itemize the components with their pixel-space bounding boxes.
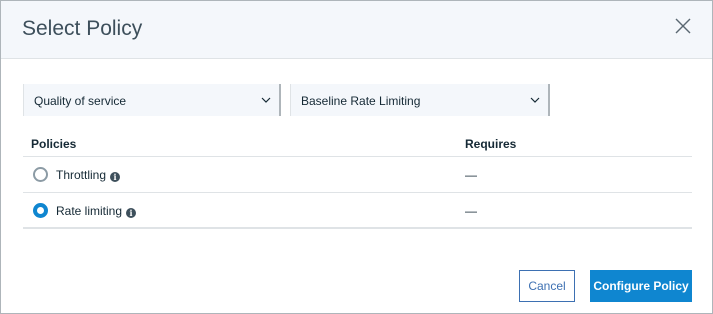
close-icon[interactable] (672, 15, 694, 37)
dialog-title: Select Policy (22, 17, 143, 40)
select-policy-dialog: Select Policy Quality of service Baselin… (0, 0, 713, 314)
policies-table: Policies Requires Throttling i — Rate lim… (23, 128, 692, 229)
configure-policy-button[interactable]: Configure Policy (590, 270, 692, 302)
policy-name: Rate limiting i (56, 204, 137, 218)
category-select[interactable]: Quality of service (23, 84, 281, 116)
table-row[interactable]: Throttling i — (23, 157, 692, 193)
policy-set-select-value: Baseline Rate Limiting (301, 94, 421, 108)
table-row[interactable]: Rate limiting i — (23, 193, 692, 229)
policy-set-select[interactable]: Baseline Rate Limiting (290, 84, 550, 116)
rate-limiting-radio[interactable] (33, 203, 48, 218)
cancel-button[interactable]: Cancel (519, 270, 575, 302)
policy-name: Throttling i (56, 168, 121, 182)
category-select-value: Quality of service (34, 94, 127, 108)
header-requires: Requires (465, 137, 517, 151)
header-policies: Policies (31, 137, 77, 151)
throttling-radio[interactable] (33, 167, 48, 182)
table-header: Policies Requires (23, 128, 692, 157)
info-icon[interactable]: i (110, 172, 121, 182)
chevron-down-icon (261, 97, 271, 103)
info-icon[interactable]: i (126, 208, 137, 218)
policy-requires: — (465, 168, 477, 182)
policy-requires: — (465, 204, 477, 218)
chevron-down-icon (530, 97, 540, 103)
dialog-header: Select Policy (1, 1, 712, 59)
